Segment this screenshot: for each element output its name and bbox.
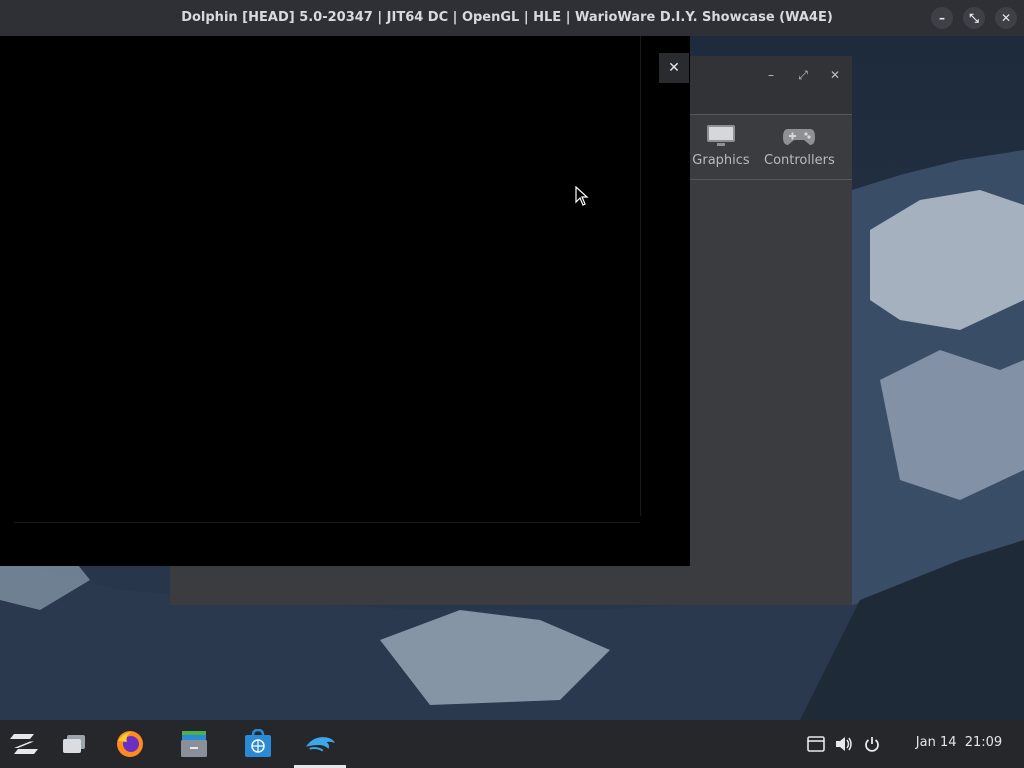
software-store-icon — [245, 729, 271, 757]
render-close-button[interactable]: ✕ — [659, 53, 689, 83]
workspaces-button[interactable] — [58, 728, 90, 760]
tool-graphics[interactable]: Graphics — [690, 123, 752, 168]
dolphin-titlebar: Dolphin [HEAD] 5.0-20347 | JIT64 DC | Op… — [0, 0, 1024, 36]
taskbar: Jan 14 21:09 — [0, 720, 1024, 768]
window-title: Dolphin [HEAD] 5.0-20347 | JIT64 DC | Op… — [181, 10, 833, 25]
dolphin-icon — [305, 737, 336, 752]
mouse-cursor-icon — [575, 186, 589, 206]
render-corner — [0, 532, 50, 566]
notes-tray-button[interactable] — [806, 734, 826, 754]
clock[interactable]: Jan 14 21:09 — [904, 735, 1014, 750]
windows-stack-icon — [63, 735, 85, 753]
restore-button[interactable]: ⤡ — [963, 7, 985, 29]
settings-close-button[interactable]: ✕ — [826, 66, 844, 84]
firefox-icon — [117, 731, 143, 757]
monitor-icon — [707, 125, 735, 146]
notes-icon — [807, 736, 825, 752]
gamepad-icon — [783, 129, 815, 145]
dolphin-button[interactable] — [304, 728, 336, 760]
tool-controllers-label: Controllers — [764, 153, 835, 168]
minimize-button[interactable]: – — [931, 7, 953, 29]
render-window[interactable] — [0, 36, 690, 566]
software-store-button[interactable] — [242, 728, 274, 760]
files-button[interactable] — [178, 728, 210, 760]
tool-graphics-label: Graphics — [692, 153, 750, 168]
power-tray-button[interactable] — [862, 734, 882, 754]
zorin-logo-icon — [10, 734, 38, 754]
render-bottom-line — [14, 522, 640, 523]
power-icon — [865, 737, 879, 752]
volume-tray-button[interactable] — [834, 734, 854, 754]
render-divider — [640, 36, 650, 516]
close-button[interactable]: ✕ — [995, 7, 1017, 29]
file-cabinet-icon — [181, 731, 207, 757]
zorin-menu-button[interactable] — [8, 728, 40, 760]
settings-minimize-button[interactable]: – — [762, 66, 780, 84]
volume-icon — [836, 737, 852, 751]
settings-maximize-button[interactable]: ⤢ — [794, 66, 812, 84]
tool-controllers[interactable]: Controllers — [764, 123, 835, 168]
firefox-button[interactable] — [114, 728, 146, 760]
